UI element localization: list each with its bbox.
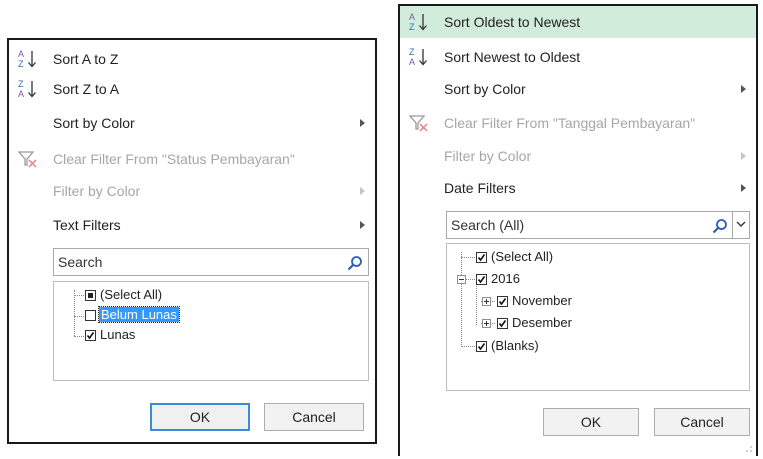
submenu-arrow-icon [741, 152, 746, 160]
text-filters-item[interactable]: Text Filters [9, 210, 375, 240]
year-2016-label: 2016 [491, 271, 520, 286]
clear-filter-label: Clear Filter From "Status Pembayaran" [53, 151, 295, 167]
date-filters-item[interactable]: Date Filters [400, 173, 756, 203]
filter-by-color-item: Filter by Color [9, 176, 375, 206]
sort-by-color-label: Sort by Color [53, 115, 135, 131]
search-icon [347, 256, 362, 271]
sort-newest-to-oldest-item[interactable]: Z A Sort Newest to Oldest [400, 42, 756, 72]
svg-text:A: A [18, 49, 24, 59]
clear-filter-icon [408, 115, 428, 132]
sort-descending-icon: Z A [18, 79, 36, 99]
svg-text:A: A [409, 12, 415, 22]
filter-by-color-label: Filter by Color [444, 148, 532, 164]
status-filter-panel: A Z Sort A to Z Z A Sort Z to A Sort by … [7, 38, 377, 444]
svg-text:Z: Z [18, 79, 24, 89]
date-filters-label: Date Filters [444, 180, 516, 196]
lunas-label: Lunas [100, 327, 136, 342]
check-icon [477, 276, 486, 284]
clear-filter-label: Clear Filter From "Tanggal Pembayaran" [444, 115, 696, 131]
search-dropdown-button[interactable] [732, 212, 749, 238]
select-all-label: (Select All) [100, 287, 163, 302]
search-input[interactable]: Search [53, 248, 369, 276]
sort-by-color-item[interactable]: Sort by Color [400, 74, 756, 104]
select-all-checkbox[interactable] [85, 290, 96, 301]
filter-by-color-label: Filter by Color [53, 183, 141, 199]
ok-button[interactable]: OK [150, 403, 250, 431]
ok-button[interactable]: OK [543, 408, 639, 436]
cancel-button[interactable]: Cancel [654, 408, 750, 436]
check-icon [477, 254, 486, 262]
sort-newest-to-oldest-label: Sort Newest to Oldest [444, 49, 581, 65]
clear-filter-icon [17, 151, 37, 168]
text-filters-label: Text Filters [53, 217, 121, 233]
belum-lunas-label: Belum Lunas [98, 306, 180, 323]
svg-text:Z: Z [18, 59, 24, 69]
check-icon [498, 298, 507, 306]
sort-a-to-z-label: Sort A to Z [53, 51, 119, 67]
select-all-label: (Select All) [491, 249, 554, 264]
expand-icon[interactable] [482, 297, 491, 306]
filter-value-list[interactable]: (Select All) Belum Lunas Lunas [53, 281, 369, 381]
search-placeholder: Search (All) [451, 217, 525, 233]
sort-ascending-icon: A Z [18, 49, 36, 69]
sort-a-to-z-item[interactable]: A Z Sort A to Z [9, 44, 375, 74]
check-icon [86, 332, 95, 340]
desember-checkbox[interactable] [497, 318, 508, 329]
check-icon [498, 320, 507, 328]
search-icon [712, 219, 727, 234]
check-icon [477, 343, 486, 351]
belum-lunas-checkbox[interactable] [85, 310, 96, 321]
sort-z-to-a-label: Sort Z to A [53, 81, 120, 97]
sort-by-color-label: Sort by Color [444, 81, 526, 97]
search-input[interactable]: Search (All) [446, 211, 750, 239]
sort-by-color-item[interactable]: Sort by Color [9, 108, 375, 138]
submenu-arrow-icon [741, 184, 746, 192]
svg-text:Z: Z [409, 47, 415, 57]
select-all-checkbox[interactable] [476, 252, 487, 263]
svg-text:Z: Z [409, 22, 415, 32]
desember-label: Desember [512, 315, 572, 330]
blanks-checkbox[interactable] [476, 341, 487, 352]
submenu-arrow-icon [360, 221, 365, 229]
cancel-button[interactable]: Cancel [264, 403, 364, 431]
submenu-arrow-icon [741, 85, 746, 93]
sort-oldest-to-newest-label: Sort Oldest to Newest [444, 14, 581, 30]
clear-filter-item: Clear Filter From "Tanggal Pembayaran" [400, 108, 756, 138]
resize-grip-icon[interactable] [745, 445, 753, 453]
year-2016-checkbox[interactable] [476, 274, 487, 285]
chevron-down-icon [736, 221, 746, 227]
sort-descending-icon: Z A [409, 47, 427, 67]
blanks-label: (Blanks) [491, 338, 539, 353]
filter-by-color-item: Filter by Color [400, 141, 756, 171]
lunas-checkbox[interactable] [85, 330, 96, 341]
svg-text:A: A [18, 89, 24, 99]
november-label: November [512, 293, 572, 308]
sort-ascending-icon: A Z [409, 12, 427, 32]
search-placeholder: Search [58, 254, 103, 270]
submenu-arrow-icon [360, 187, 365, 195]
sort-oldest-to-newest-item[interactable]: A Z Sort Oldest to Newest [400, 6, 756, 38]
submenu-arrow-icon [360, 119, 365, 127]
svg-text:A: A [409, 57, 415, 67]
clear-filter-item: Clear Filter From "Status Pembayaran" [9, 144, 375, 174]
date-filter-panel: A Z Sort Oldest to Newest Z A Sort Newes… [398, 4, 758, 456]
expand-icon[interactable] [482, 319, 491, 328]
sort-z-to-a-item[interactable]: Z A Sort Z to A [9, 74, 375, 104]
november-checkbox[interactable] [497, 296, 508, 307]
collapse-icon[interactable] [457, 275, 466, 284]
filter-value-tree[interactable]: (Select All) 2016 November Desember (Bla… [446, 243, 750, 391]
